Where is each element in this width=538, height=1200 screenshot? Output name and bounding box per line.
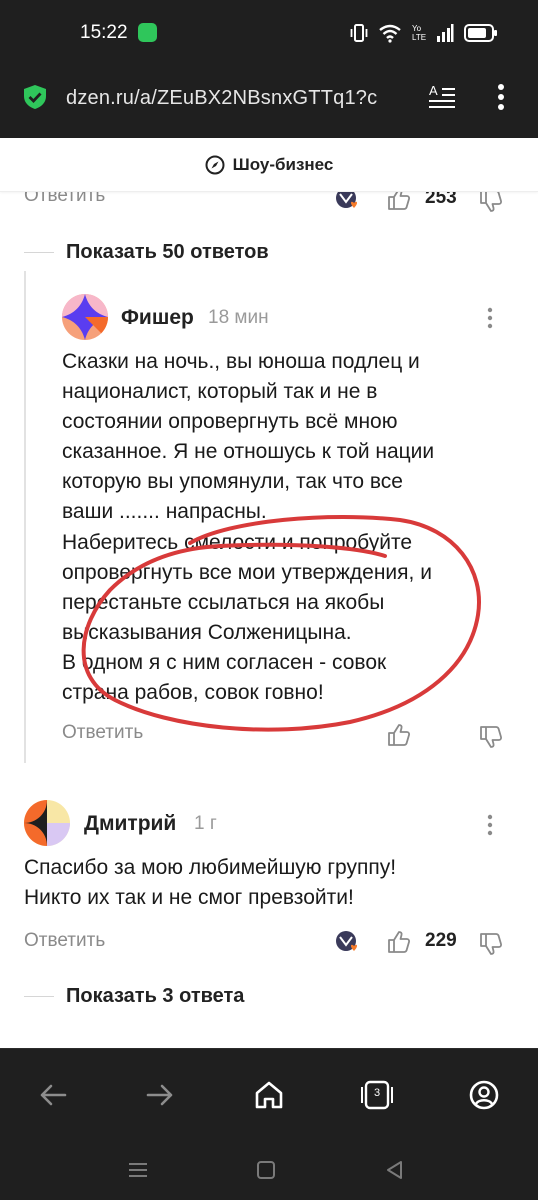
browser-bottom-nav: 3 xyxy=(0,1048,538,1140)
recents-icon[interactable] xyxy=(126,1158,150,1182)
category-header[interactable]: Шоу-бизнес xyxy=(0,138,538,192)
profile-icon[interactable] xyxy=(464,1075,504,1115)
back-triangle-icon[interactable] xyxy=(383,1158,407,1182)
comment-menu-icon[interactable] xyxy=(487,814,493,836)
comment-text: Спасибо за мою любимейшую группу! Никто … xyxy=(24,853,396,913)
home-square-icon[interactable] xyxy=(254,1158,278,1182)
category-label: Шоу-бизнес xyxy=(232,154,334,174)
back-arrow-icon[interactable] xyxy=(33,1075,73,1115)
comment-text-line: Никто их так и не смог превзойти! xyxy=(24,886,354,910)
like-count: 229 xyxy=(425,930,457,951)
dislike-icon[interactable] xyxy=(478,724,504,750)
show-replies-label: Показать 3 ответа xyxy=(66,984,245,1007)
tab-count: 3 xyxy=(373,1087,381,1099)
system-nav-bar xyxy=(0,1140,538,1200)
compass-icon xyxy=(205,155,225,174)
comment-text-line: Спасибо за мою любимейшую группу! xyxy=(24,856,397,879)
dislike-icon[interactable] xyxy=(478,931,504,957)
comment-age: 1 г xyxy=(194,813,217,834)
forward-arrow-icon[interactable] xyxy=(140,1075,180,1115)
home-icon[interactable] xyxy=(249,1075,289,1115)
reply-button[interactable]: Ответить xyxy=(24,930,105,952)
tabs-button[interactable]: 3 xyxy=(357,1075,397,1115)
like-icon[interactable] xyxy=(386,929,412,955)
like-icon[interactable] xyxy=(386,722,412,748)
avatar[interactable] xyxy=(24,800,70,846)
show-replies-button[interactable]: Показать 3 ответа xyxy=(24,981,244,1011)
comment-author[interactable]: Дмитрий xyxy=(84,812,176,836)
reactions-avatar-icon[interactable] xyxy=(334,929,362,955)
reply-button[interactable]: Ответить xyxy=(62,722,143,744)
divider xyxy=(24,995,54,997)
